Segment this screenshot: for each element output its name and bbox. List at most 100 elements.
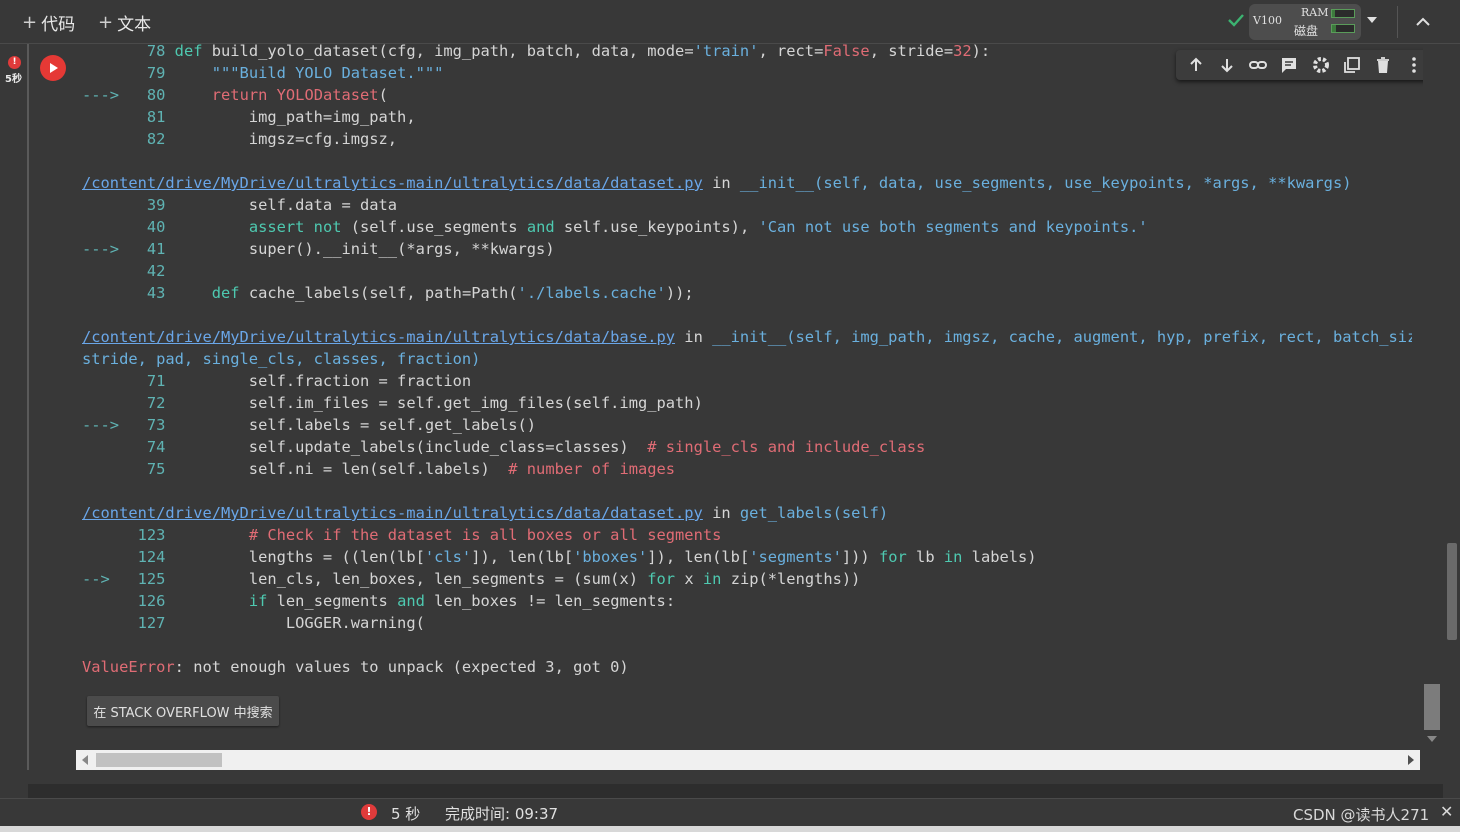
traceback-code-line: ---> 80 return YOLODataset( (82, 84, 1412, 106)
code-token: lengths = ((len(lb[ (174, 548, 425, 566)
traceback-code-line: 82 imgsz=cfg.imgsz, (82, 128, 1412, 150)
scroll-left-arrow-icon[interactable] (82, 755, 88, 765)
code-token: img_path=img_path, (174, 108, 416, 126)
status-completed-time: 完成时间: 09:37 (445, 805, 559, 823)
code-token: self.fraction = fraction (174, 372, 472, 390)
collapse-chevron-up-icon[interactable] (1413, 12, 1433, 32)
horizontal-scroll-thumb[interactable] (96, 753, 222, 767)
line-number: 78 (82, 42, 175, 60)
code-token: 'cls' (424, 548, 472, 566)
code-token: ])) (841, 548, 879, 566)
scroll-down-arrow-icon[interactable] (1427, 736, 1437, 742)
output-vertical-scroll-thumb[interactable] (1424, 684, 1440, 730)
disk-label: 磁盘 (1294, 24, 1319, 38)
search-stack-overflow-button[interactable]: 在 STACK OVERFLOW 中搜索 (87, 696, 279, 726)
source-file-link[interactable]: /content/drive/MyDrive/ultralytics-main/… (82, 504, 703, 522)
output-horizontal-scrollbar[interactable] (76, 750, 1420, 770)
delete-cell-button[interactable] (1370, 52, 1396, 78)
source-file-link[interactable]: /content/drive/MyDrive/ultralytics-main/… (82, 174, 703, 192)
traceback-code-line: 74 self.update_labels(include_class=clas… (82, 436, 1412, 458)
traceback-code-line: ---> 41 super().__init__(*args, **kwargs… (82, 238, 1412, 260)
code-token: self.im_files = self.get_img_files(self.… (174, 394, 703, 412)
link-icon (1249, 61, 1268, 69)
move-cell-down-button[interactable] (1214, 52, 1240, 78)
add-comment-button[interactable] (1276, 52, 1302, 78)
traceback-code-line: 126 if len_segments and len_boxes != len… (82, 590, 1412, 612)
line-number: 125 (119, 570, 175, 588)
code-token: # single_cls and include_class (647, 438, 926, 456)
more-vert-icon (1412, 57, 1417, 73)
code-token: lb (916, 548, 944, 566)
scroll-right-arrow-icon[interactable] (1408, 755, 1414, 765)
code-token: if (248, 592, 277, 610)
run-cell-button[interactable] (40, 55, 66, 81)
trash-icon (1377, 57, 1390, 73)
notebook-scroll-thumb[interactable] (1447, 543, 1457, 640)
code-token: self.ni = len(self.labels) (174, 460, 509, 478)
code-token: (self.use_segments (350, 218, 527, 236)
ram-usage-fill (1332, 10, 1336, 17)
code-token: 'bboxes' (573, 548, 648, 566)
ram-label: RAM (1301, 6, 1329, 19)
code-token: ]), len(lb[ (471, 548, 574, 566)
resource-monitor[interactable]: V100 RAM 磁盘 (1249, 4, 1361, 40)
code-token: ( (378, 86, 388, 104)
line-number: 80 (128, 86, 175, 104)
code-token: ): (971, 42, 991, 60)
code-token: get_labels(self) (739, 504, 889, 522)
code-token: def (211, 284, 249, 302)
line-number: 82 (82, 130, 175, 148)
code-token: # Check if the dataset is all boxes or a… (248, 526, 722, 544)
error-status-icon: ! (8, 56, 21, 69)
copy-link-button[interactable] (1245, 52, 1271, 78)
code-token: self.update_labels(include_class=classes… (174, 438, 648, 456)
disk-usage-fill (1332, 25, 1337, 32)
source-file-link[interactable]: /content/drive/MyDrive/ultralytics-main/… (82, 328, 675, 346)
code-token: self.use_keypoints), (563, 218, 759, 236)
runtime-dropdown-icon[interactable] (1367, 17, 1377, 23)
cell-settings-button[interactable] (1308, 52, 1334, 78)
code-token: ValueError (82, 658, 175, 676)
traceback-code-line: 124 lengths = ((len(lb['cls']), len(lb['… (82, 546, 1412, 568)
code-token: in (702, 174, 740, 192)
arrow-down-icon (1221, 59, 1233, 73)
close-icon[interactable]: ✕ (1440, 802, 1453, 821)
add-code-button[interactable]: + 代码 (22, 10, 75, 35)
code-token: stride, pad, single_cls, classes, fracti… (82, 350, 481, 368)
mirror-tab-icon (1343, 57, 1360, 73)
line-number: 71 (82, 372, 175, 390)
code-token: assert not (248, 218, 351, 236)
notebook-vertical-scrollbar[interactable] (1443, 44, 1460, 798)
code-token: )); (665, 284, 694, 302)
code-token: 'segments' (749, 548, 842, 566)
mirror-cell-button[interactable] (1339, 52, 1365, 78)
output-vertical-scrollbar[interactable] (1423, 44, 1441, 744)
code-token: return (211, 86, 277, 104)
code-token: labels) (971, 548, 1037, 566)
code-token: in (702, 504, 740, 522)
code-token: for (878, 548, 917, 566)
traceback-code-line: 39 self.data = data (82, 194, 1412, 216)
code-token: # number of images (508, 460, 676, 478)
execution-time: 5秒 (5, 74, 22, 85)
code-token: 'train' (693, 42, 759, 60)
code-token: zip(*lengths)) (730, 570, 861, 588)
move-cell-up-button[interactable] (1183, 52, 1209, 78)
line-number: 126 (82, 592, 175, 610)
code-token: , stride= (869, 42, 954, 60)
line-number: 40 (82, 218, 175, 236)
line-number: 43 (82, 284, 175, 302)
add-text-button[interactable]: + 文本 (98, 10, 151, 35)
code-token: 'Can not use both segments and keypoints… (758, 218, 1148, 236)
traceback-code-line: ---> 73 self.labels = self.get_labels() (82, 414, 1412, 436)
code-token: ]), len(lb[ (647, 548, 750, 566)
line-arrow: --> (82, 570, 120, 588)
error-status-icon: ! (361, 804, 377, 820)
line-number: 73 (128, 416, 175, 434)
